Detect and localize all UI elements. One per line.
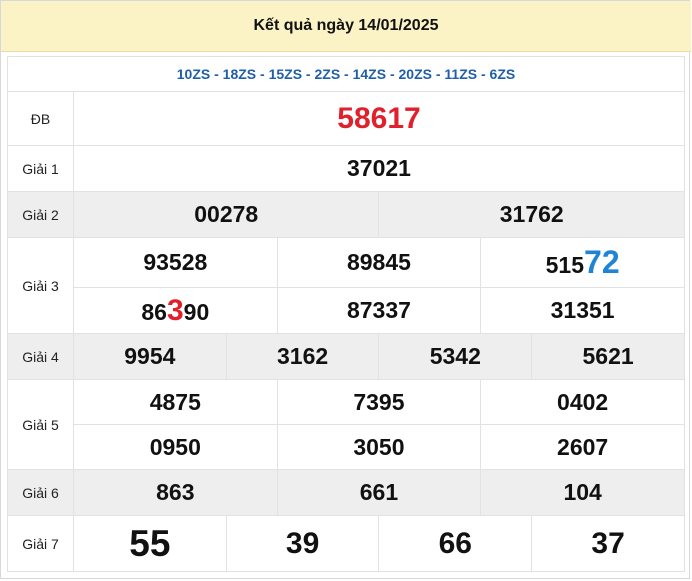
prize-2-number: 00278	[72, 191, 380, 238]
label-prize-5: Giải 5	[7, 379, 74, 470]
prize-3-number: 89845	[276, 237, 482, 288]
prize-1-number: 37021	[73, 145, 685, 192]
highlighted-digits: 3	[166, 293, 184, 327]
prize-4-number: 3162	[225, 333, 380, 380]
prize-3-number: 51572	[480, 237, 685, 288]
prize-3-number: 87337	[276, 287, 482, 334]
label-prize-2: Giải 2	[7, 191, 74, 238]
lottery-codes: 10ZS - 18ZS - 15ZS - 2ZS - 14ZS - 20ZS -…	[7, 56, 685, 92]
row-prize-7: Giải 7 55 39 66 37	[7, 515, 685, 572]
prize-5-number: 7395	[276, 379, 482, 425]
prize-2-number: 31762	[378, 191, 685, 238]
prize-5-number: 0402	[480, 379, 685, 425]
label-prize-3: Giải 3	[7, 237, 74, 334]
prize-4-number: 5621	[531, 333, 685, 380]
prize-7-number: 37	[531, 515, 685, 572]
results-panel: Kết quả ngày 14/01/2025 10ZS - 18ZS - 15…	[0, 0, 691, 579]
prize-3-number: 93528	[73, 237, 278, 288]
prize-3-number: 86390	[73, 287, 278, 334]
prize-5-number: 4875	[73, 379, 278, 425]
row-prize-6: Giải 6 863 661 104	[7, 469, 685, 516]
row-prize-5-b: 0950 3050 2607	[8, 424, 685, 470]
row-prize-3: Giải 3 93528 89845 51572	[7, 237, 685, 334]
results-table: ĐB 58617 Giải 1 37021 Giải 2 00278 31762…	[7, 91, 685, 572]
row-prize-2: Giải 2 00278 31762	[7, 191, 685, 238]
prize-6-number: 104	[480, 469, 685, 516]
label-prize-1: Giải 1	[7, 145, 74, 192]
special-prize-number: 58617	[73, 91, 685, 146]
highlighted-digits: 72	[584, 244, 620, 280]
prize-4-number: 5342	[378, 333, 533, 380]
row-prize-4: Giải 4 9954 3162 5342 5621	[7, 333, 685, 380]
prize-4-number: 9954	[73, 333, 227, 380]
label-prize-4: Giải 4	[7, 333, 74, 380]
row-prize-1: Giải 1 37021	[7, 145, 685, 192]
prize-6-number: 661	[276, 469, 482, 516]
prize-5-number: 2607	[480, 424, 685, 470]
prize-7-number: 66	[378, 515, 533, 572]
row-special-prize: ĐB 58617	[7, 91, 685, 146]
prize-5-number: 0950	[73, 424, 278, 470]
label-special-prize: ĐB	[7, 91, 74, 146]
prize-7-number: 39	[225, 515, 380, 572]
prize-5-number: 3050	[276, 424, 482, 470]
prize-3-number: 31351	[480, 287, 685, 334]
prize-7-number: 55	[73, 515, 227, 572]
page-title: Kết quả ngày 14/01/2025	[1, 1, 691, 52]
prize-6-number: 863	[73, 469, 278, 516]
row-prize-5: Giải 5 4875 7395 0402	[7, 379, 685, 470]
label-prize-6: Giải 6	[7, 469, 74, 516]
label-prize-7: Giải 7	[7, 515, 74, 572]
row-prize-3-b: 86390 87337 31351	[8, 287, 685, 334]
